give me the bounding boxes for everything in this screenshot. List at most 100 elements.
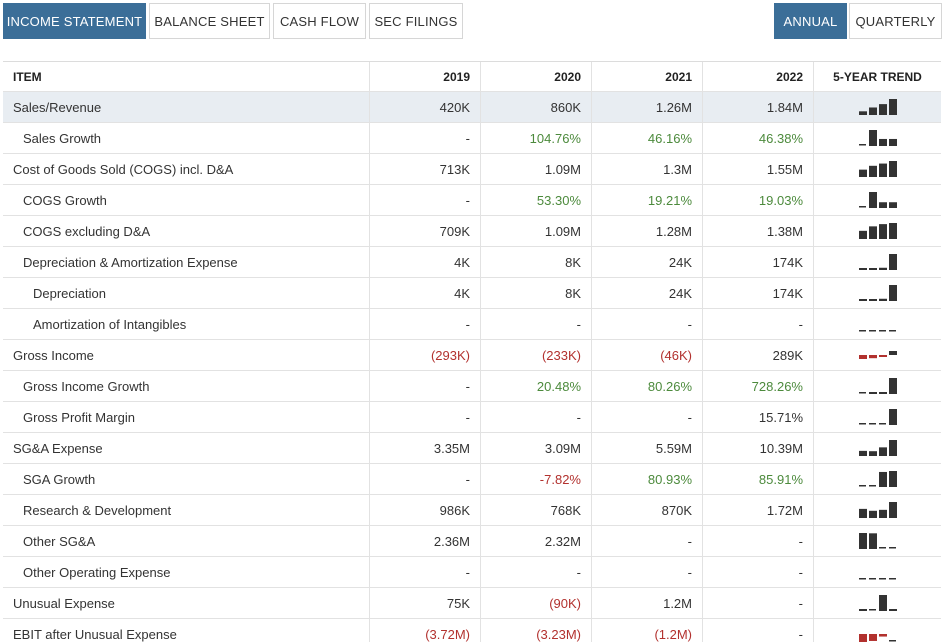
row-value: - xyxy=(592,557,703,587)
table-row[interactable]: EBIT after Unusual Expense (3.72M) (3.23M)… xyxy=(3,619,941,642)
row-value: 8K xyxy=(481,247,592,277)
table-row[interactable]: Other Operating Expense - - - - xyxy=(3,557,941,588)
trend-bar xyxy=(868,451,877,456)
trend-bar xyxy=(868,485,876,487)
trend-sparkline xyxy=(858,440,897,456)
trend-bar xyxy=(888,471,897,487)
trend-bar xyxy=(858,268,867,270)
row-label: Cost of Goods Sold (COGS) incl. D&A xyxy=(3,154,370,184)
table-row[interactable]: Depreciation 4K 8K 24K 174K xyxy=(3,278,941,309)
table-row[interactable]: Gross Income Growth -20.48% 80.26% 728.26% xyxy=(3,371,941,402)
trend-bar xyxy=(868,299,877,301)
trend-bar xyxy=(858,144,866,146)
row-value: 1.72M xyxy=(703,495,814,525)
row-value: (233K) xyxy=(481,340,592,370)
trend-sparkline xyxy=(858,285,897,301)
trend-bar xyxy=(878,547,886,549)
trend-bar xyxy=(858,206,866,208)
tab-quarterly[interactable]: QUARTERLY xyxy=(849,3,942,39)
header-year: 2020 xyxy=(481,62,592,91)
table-row[interactable]: Amortization of Intangibles - - - - xyxy=(3,309,941,340)
row-value: - xyxy=(370,464,481,494)
table-header: ITEM 2019 2020 2021 2022 5-YEAR TREND xyxy=(3,62,941,92)
tab-balance-sheet[interactable]: BALANCE SHEET xyxy=(149,3,270,39)
trend-bar xyxy=(878,509,887,518)
row-value: (293K) xyxy=(370,340,481,370)
header-year: 2022 xyxy=(703,62,814,91)
trend-bar xyxy=(888,578,896,580)
row-value: - xyxy=(703,309,814,339)
trend-bar xyxy=(868,423,876,425)
row-label: Sales Growth xyxy=(3,123,370,153)
tab-cash-flow[interactable]: CASH FLOW xyxy=(273,3,366,39)
row-value: - xyxy=(703,619,814,642)
table-row[interactable]: Unusual Expense 75K (90K) 1.2M - xyxy=(3,588,941,619)
row-value: 1.09M xyxy=(481,216,592,246)
trend-sparkline xyxy=(858,595,897,611)
table-row[interactable]: Depreciation & Amortization Expense 4K 8K 2… xyxy=(3,247,941,278)
trend-bar xyxy=(878,202,887,208)
row-value: 24K xyxy=(592,278,703,308)
row-label: Research & Development xyxy=(3,495,370,525)
row-value: 860K xyxy=(481,92,592,122)
table-row[interactable]: Cost of Goods Sold (COGS) incl. D&A 713K 1… xyxy=(3,154,941,185)
trend-bar xyxy=(858,578,866,580)
table-row[interactable]: Sales Growth -104.76% 46.16% 46.38% xyxy=(3,123,941,154)
table-row[interactable]: Gross Income (293K) (233K) (46K) 289K xyxy=(3,340,941,371)
trend-bar xyxy=(868,392,877,394)
row-value: 3.35M xyxy=(370,433,481,463)
trend-sparkline xyxy=(858,578,896,580)
trend-bar xyxy=(868,578,876,580)
row-label: COGS excluding D&A xyxy=(3,216,370,246)
table-row[interactable]: Sales/Revenue 420K 860K 1.26M 1.84M xyxy=(3,92,941,123)
row-label: EBIT after Unusual Expense xyxy=(3,619,370,642)
row-label: COGS Growth xyxy=(3,185,370,215)
trend-bar xyxy=(858,485,866,487)
trend-sparkline xyxy=(858,330,896,332)
row-value: 19.03% xyxy=(703,185,814,215)
trend-bar xyxy=(878,138,887,146)
table-row[interactable]: Other SG&A 2.36M 2.32M - - xyxy=(3,526,941,557)
trend-bar xyxy=(878,163,887,177)
table-row[interactable]: SG&A Expense 3.35M 3.09M 5.59M 10.39M xyxy=(3,433,941,464)
row-value: 53.30% xyxy=(481,185,592,215)
trend-bar xyxy=(858,609,867,611)
table-row[interactable]: SGA Growth - -7.82% 80.93% 85.91% xyxy=(3,464,941,495)
trend-bar xyxy=(888,223,897,239)
trend-cell xyxy=(814,309,941,339)
table-row[interactable]: Gross Profit Margin - - -15.71% xyxy=(3,402,941,433)
trend-cell xyxy=(814,371,941,401)
table-row[interactable]: COGS Growth -53.30% 19.21% 19.03% xyxy=(3,185,941,216)
tab-income-statement[interactable]: INCOME STATEMENT xyxy=(3,3,146,39)
trend-bar xyxy=(878,578,886,580)
row-value: 8K xyxy=(481,278,592,308)
trend-sparkline xyxy=(858,223,897,239)
row-value: (1.2M) xyxy=(592,619,703,642)
row-value: 4K xyxy=(370,247,481,277)
row-value: 1.28M xyxy=(592,216,703,246)
table-row[interactable]: COGS excluding D&A 709K 1.09M 1.28M 1.38M xyxy=(3,216,941,247)
tab-annual[interactable]: ANNUAL xyxy=(774,3,847,39)
row-value: - xyxy=(481,402,592,432)
row-label: Depreciation xyxy=(3,278,370,308)
row-value: - xyxy=(481,309,592,339)
row-label: Gross Income xyxy=(3,340,370,370)
row-value: 4K xyxy=(370,278,481,308)
table-row[interactable]: Research & Development 986K 768K 870K 1.72M xyxy=(3,495,941,526)
trend-cell xyxy=(814,433,941,463)
trend-bar xyxy=(878,423,886,425)
trend-sparkline xyxy=(858,99,897,115)
row-value: 986K xyxy=(370,495,481,525)
trend-bar xyxy=(888,138,897,146)
tab-sec-filings[interactable]: SEC FILINGS xyxy=(369,3,463,39)
row-label: Other SG&A xyxy=(3,526,370,556)
row-value: 2.36M xyxy=(370,526,481,556)
header-year: 2019 xyxy=(370,62,481,91)
trend-sparkline xyxy=(858,161,897,177)
row-label: SGA Growth xyxy=(3,464,370,494)
trend-cell xyxy=(814,123,941,153)
row-value: 104.76% xyxy=(481,123,592,153)
row-value: 15.71% xyxy=(703,402,814,432)
row-value: 1.38M xyxy=(703,216,814,246)
row-value: 10.39M xyxy=(703,433,814,463)
